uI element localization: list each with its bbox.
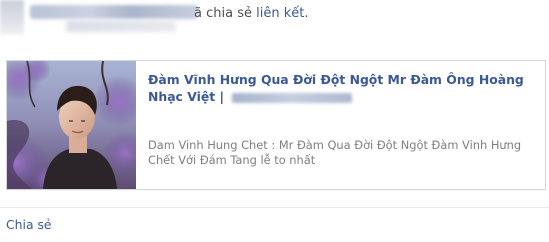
shared-link-type-link[interactable]: liên kết bbox=[256, 6, 304, 21]
blurred-author-detail bbox=[66, 20, 176, 32]
story-header: ã chia sẻ liên kết. bbox=[0, 0, 549, 38]
blurred-source-site bbox=[232, 92, 353, 103]
link-title-separator: | bbox=[215, 89, 229, 104]
story-action-period: . bbox=[304, 6, 309, 21]
story-action-text: ã chia sẻ bbox=[194, 6, 257, 21]
link-preview-card[interactable]: Đàm Vĩnh Hưng Qua Đời Đột Ngột Mr Đàm Ôn… bbox=[6, 60, 546, 190]
link-title[interactable]: Đàm Vĩnh Hưng Qua Đời Đột Ngột Mr Đàm Ôn… bbox=[148, 71, 541, 105]
story-action-line: ã chia sẻ liên kết. bbox=[194, 6, 308, 22]
link-thumbnail-image[interactable] bbox=[7, 61, 136, 189]
share-button[interactable]: Chia sẻ bbox=[6, 217, 52, 232]
footer-divider bbox=[0, 207, 549, 208]
blurred-author-name[interactable] bbox=[30, 5, 198, 19]
link-description: Dam Vinh Hung Chet : Mr Đàm Qua Đời Đột … bbox=[148, 138, 522, 167]
shared-link-story: ã chia sẻ liên kết. Đàm Vĩnh Hưng Qua Đờ… bbox=[0, 0, 549, 242]
profile-avatar[interactable] bbox=[0, 0, 24, 34]
person-photo-thumbnail-icon bbox=[7, 61, 136, 189]
